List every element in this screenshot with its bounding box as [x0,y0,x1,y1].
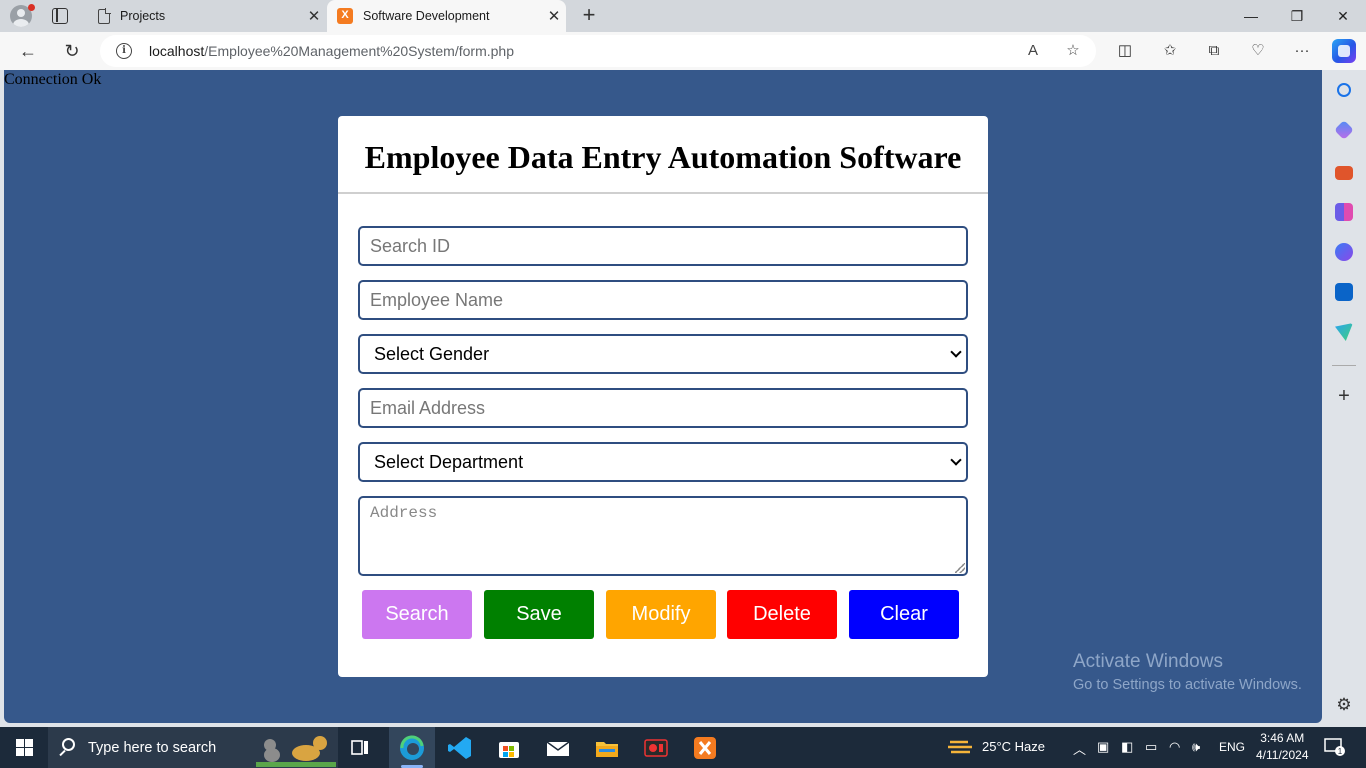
search-highlight-pets-icon [256,736,336,767]
department-select-value: Select Department [374,452,524,472]
microsoft-store-icon[interactable] [495,734,523,762]
tab-close-icon[interactable]: ✕ [542,7,566,25]
tab-title: Projects [120,9,166,23]
split-screen-icon[interactable]: ◫ [1114,40,1136,62]
activate-windows-watermark: Activate Windows Go to Settings to activ… [1073,651,1302,693]
mail-icon[interactable] [544,734,572,762]
tab-close-icon[interactable]: ✕ [302,7,326,25]
watermark-line1: Activate Windows [1073,651,1223,672]
department-select[interactable]: Select Department [358,442,968,482]
search-icon[interactable] [1337,83,1351,97]
tab-actions-icon[interactable] [52,8,68,24]
profile-notification-dot [28,4,35,11]
browser-tab-bar: Projects ✕ Software Development ✕ + — ❐ … [0,0,1366,32]
meet-now-icon[interactable]: ◧ [1121,739,1133,755]
search-icon [62,738,75,751]
tools-briefcase-icon[interactable] [1335,166,1353,180]
windows-taskbar: Type here to search 25°C Haze ︿ ▣ ◧ ▭ ◠ … [0,727,1366,768]
email-input[interactable] [358,388,968,428]
weather-icon[interactable] [948,736,974,761]
clock-time: 3:46 AM [1260,731,1305,745]
clear-button[interactable]: Clear [849,590,959,639]
close-window-icon[interactable]: ✕ [1320,0,1366,32]
task-view-icon[interactable] [346,734,374,762]
search-id-input[interactable] [358,226,968,266]
address-textarea[interactable] [358,496,968,576]
tab-title: Software Development [363,9,490,23]
tab-projects[interactable]: Projects ✕ [88,0,326,32]
windows-start-icon[interactable] [16,739,33,756]
sidebar-settings-gear-icon[interactable]: ⚙ [1335,696,1353,714]
more-options-icon[interactable]: ··· [1291,40,1313,62]
page-title: Employee Data Entry Automation Software [338,116,988,194]
read-aloud-icon[interactable]: A [1023,41,1043,61]
volume-icon[interactable]: 🕪 [1192,739,1200,755]
resize-handle-icon[interactable] [955,563,965,573]
clock[interactable]: 3:46 AM 4/11/2024 [1256,730,1309,764]
taskbar-search-box[interactable]: Type here to search [48,727,338,768]
delete-button[interactable]: Delete [727,590,837,639]
watermark-line2: Go to Settings to activate Windows. [1073,677,1302,693]
favorite-star-icon[interactable]: ☆ [1063,41,1083,61]
new-tab-icon[interactable]: + [577,3,601,27]
search-button[interactable]: Search [362,590,472,639]
add-sidebar-app-icon[interactable]: + [1335,386,1353,406]
copilot-icon[interactable] [1332,39,1356,63]
employee-form-card: Employee Data Entry Automation Software … [338,116,988,677]
show-hidden-icons-chevron-up-icon[interactable]: ︿ [1073,739,1086,758]
edge-sidebar: + ⚙ [1322,70,1366,726]
xampp-favicon-icon [337,8,353,24]
gender-select-value: Select Gender [374,344,490,364]
notification-center-icon[interactable]: 1 [1324,737,1346,760]
back-arrow-icon[interactable]: ← [13,36,43,66]
sidebar-divider [1332,365,1356,366]
collections-icon[interactable]: ⧉ [1203,40,1225,62]
minimize-icon[interactable]: — [1228,0,1274,32]
browser-toolbar: ← ↻ i localhost/Employee%20Management%20… [0,32,1366,70]
clock-date: 4/11/2024 [1256,748,1309,762]
employee-name-input[interactable] [358,280,968,320]
games-icon[interactable] [1335,203,1353,221]
tray-app-icon[interactable]: ▣ [1097,739,1109,755]
url-text: localhost/Employee%20Management%20System… [149,43,514,59]
send-drop-icon[interactable] [1335,323,1353,341]
edge-browser-icon[interactable] [398,734,426,762]
wifi-icon[interactable]: ◠ [1169,739,1180,755]
outlook-icon[interactable] [1335,283,1353,301]
notification-count: 1 [1338,747,1343,756]
favorites-icon[interactable]: ✩ [1159,40,1181,62]
microsoft-365-icon[interactable] [1335,243,1353,261]
language-indicator[interactable]: ENG [1219,740,1245,754]
battery-icon[interactable]: ▭ [1145,739,1157,755]
chevron-down-icon [950,346,962,358]
weather-text[interactable]: 25°C Haze [982,739,1045,754]
xampp-control-icon[interactable] [691,734,719,762]
tab-software-development[interactable]: Software Development ✕ [327,0,566,32]
address-bar[interactable]: i localhost/Employee%20Management%20Syst… [100,35,1096,67]
restore-icon[interactable]: ❐ [1274,0,1320,32]
vscode-icon[interactable] [446,734,474,762]
taskbar-search-placeholder: Type here to search [88,740,217,756]
chevron-down-icon [950,454,962,466]
page-viewport: Connection Ok Employee Data Entry Automa… [4,70,1322,723]
page-icon [98,8,111,24]
shopping-tag-icon[interactable] [1334,120,1354,140]
file-explorer-icon[interactable] [593,734,621,762]
site-info-icon[interactable]: i [116,43,132,59]
save-button[interactable]: Save [484,590,594,639]
browser-essentials-icon[interactable]: ♡ [1247,40,1269,62]
modify-button[interactable]: Modify [606,590,716,639]
gender-select[interactable]: Select Gender [358,334,968,374]
screen-recorder-icon[interactable] [642,734,670,762]
connection-status: Connection Ok [4,71,102,88]
refresh-icon[interactable]: ↻ [57,36,87,66]
